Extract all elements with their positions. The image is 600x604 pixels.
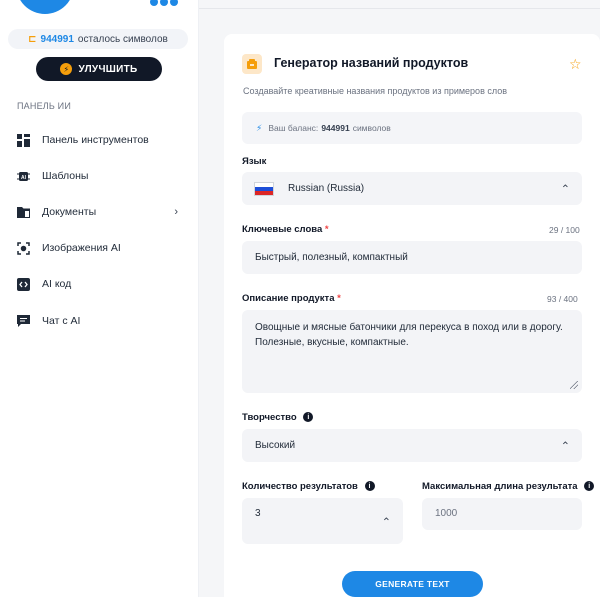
generate-button[interactable]: GENERATE TEXT — [342, 571, 483, 597]
keywords-value: Быстрый, полезный, компактный — [255, 252, 408, 263]
balance-value: 944991 — [321, 123, 350, 133]
credits-count: 944991 — [40, 33, 74, 45]
russia-flag-icon — [254, 181, 274, 196]
sidebar-item-ai-images[interactable]: Изображения AI — [16, 239, 186, 257]
sidebar: ⊏ 944991 осталось символов ⚡ УЛУЧШИТЬ ПА… — [0, 0, 199, 597]
sidebar-item-label: Панель инструментов — [42, 134, 149, 146]
keywords-counter: 29 / 100 — [549, 225, 580, 235]
required-mark: * — [324, 224, 329, 235]
description-counter: 93 / 400 — [547, 294, 578, 304]
svg-text:AI: AI — [21, 175, 27, 181]
required-mark: * — [337, 293, 341, 304]
results-count-label: Количество результатов i — [242, 481, 375, 492]
description-label-text: Описание продукта — [242, 293, 335, 304]
credits-label: осталось символов — [77, 33, 168, 45]
language-select[interactable]: Russian (Russia) ⌃ — [242, 172, 582, 205]
sidebar-item-templates[interactable]: AI Шаблоны — [16, 167, 186, 185]
dashboard-icon — [16, 133, 30, 147]
credits-badge: ⊏ 944991 осталось символов — [8, 29, 188, 49]
results-count-value: 3 — [255, 508, 261, 519]
creativity-label: Творчество i — [242, 412, 314, 423]
chevron-up-icon: ⌃ — [560, 183, 570, 195]
sidebar-item-label: Документы — [42, 206, 97, 218]
sidebar-item-label: Чат с AI — [42, 315, 81, 327]
favorite-star-icon[interactable]: ☆ — [569, 56, 582, 73]
logo[interactable] — [16, 0, 74, 14]
resize-handle-icon[interactable] — [570, 381, 578, 389]
description-value: Овощные и мясные батончики для перекуса … — [255, 322, 563, 348]
page-subtitle: Создавайте креативные названия продуктов… — [243, 86, 507, 96]
language-label: Язык — [242, 156, 267, 167]
image-scan-icon — [16, 241, 30, 255]
max-length-input[interactable]: 1000 — [422, 498, 582, 530]
apps-icon[interactable] — [150, 0, 178, 6]
sidebar-item-label: AI код — [42, 278, 72, 290]
sidebar-item-dashboard[interactable]: Панель инструментов — [16, 131, 186, 149]
results-count-stepper[interactable]: 3 ⌃ — [242, 498, 403, 544]
description-textarea[interactable]: Овощные и мясные батончики для перекуса … — [242, 310, 582, 393]
folder-icon — [16, 205, 30, 219]
sidebar-item-label: Изображения AI — [42, 242, 121, 254]
max-length-label-text: Максимальная длина результата — [422, 481, 578, 492]
creativity-value: Высокий — [255, 440, 296, 451]
keywords-label-text: Ключевые слова — [242, 224, 323, 235]
bolt-icon: ⚡ — [60, 63, 73, 75]
sidebar-section-label: ПАНЕЛЬ ИИ — [17, 101, 72, 111]
product-tool-icon — [242, 54, 262, 74]
sidebar-item-ai-code[interactable]: AI код — [16, 275, 186, 293]
max-length-placeholder: 1000 — [435, 508, 458, 519]
chevron-up-icon[interactable]: ⌃ — [382, 516, 391, 529]
page-title: Генератор названий продуктов — [274, 56, 469, 70]
ai-templates-icon: AI — [16, 169, 30, 183]
balance-bar: ⚡ Ваш баланс: 944991 символов — [242, 112, 582, 144]
description-label: Описание продукта * — [242, 293, 341, 304]
results-count-label-text: Количество результатов — [242, 481, 358, 492]
chat-icon — [16, 314, 30, 328]
keywords-input[interactable]: Быстрый, полезный, компактный — [242, 241, 582, 274]
upgrade-button[interactable]: ⚡ УЛУЧШИТЬ — [36, 57, 162, 81]
credits-icon: ⊏ — [28, 33, 37, 45]
language-value: Russian (Russia) — [288, 183, 365, 194]
code-icon — [16, 277, 30, 291]
creativity-label-text: Творчество — [242, 412, 297, 423]
info-icon[interactable]: i — [303, 412, 314, 423]
sidebar-item-ai-chat[interactable]: Чат с AI — [16, 312, 186, 330]
lightning-icon: ⚡ — [256, 122, 263, 133]
balance-prefix: Ваш баланс: — [268, 123, 319, 133]
keywords-label: Ключевые слова * — [242, 224, 329, 235]
info-icon[interactable]: i — [364, 481, 375, 492]
upgrade-label: УЛУЧШИТЬ — [78, 63, 138, 75]
info-icon[interactable]: i — [584, 481, 595, 492]
balance-suffix: символов — [352, 123, 391, 133]
chevron-up-icon: ⌃ — [560, 440, 570, 452]
chevron-right-icon[interactable]: › — [174, 206, 178, 218]
sidebar-item-label: Шаблоны — [42, 170, 89, 182]
header-divider — [199, 8, 600, 9]
creativity-select[interactable]: Высокий ⌃ — [242, 429, 582, 462]
sidebar-item-documents[interactable]: Документы › — [16, 203, 186, 221]
max-length-label: Максимальная длина результата i — [422, 481, 595, 492]
